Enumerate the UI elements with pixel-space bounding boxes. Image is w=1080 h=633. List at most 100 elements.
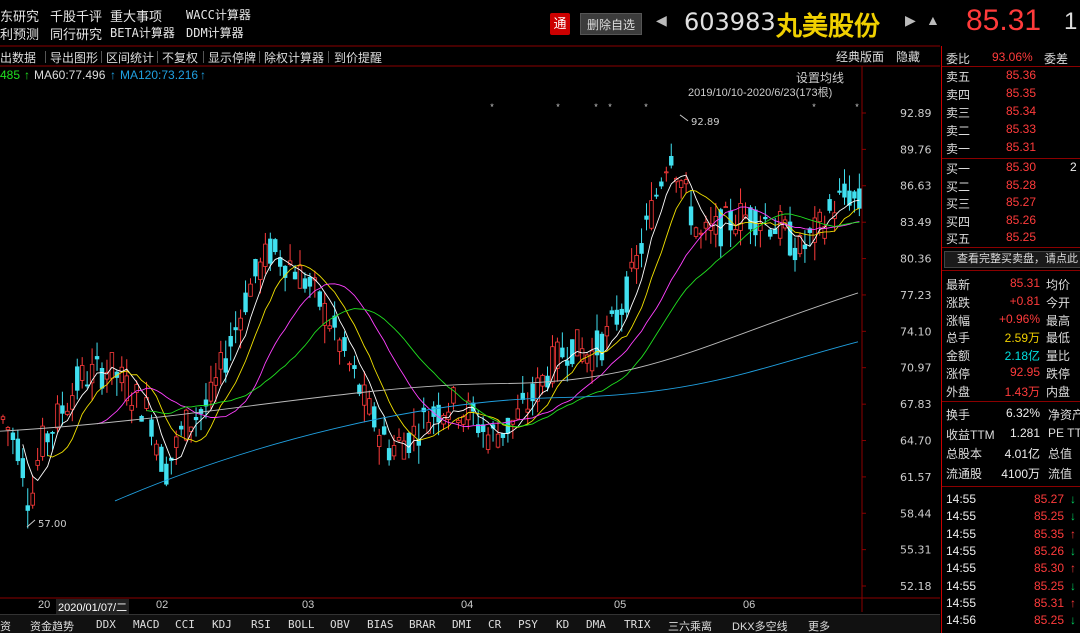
candle-body bbox=[698, 232, 704, 235]
candle-body bbox=[386, 448, 392, 461]
prev-stock-icon[interactable]: ◀ bbox=[656, 12, 667, 29]
candle-body bbox=[678, 180, 684, 188]
tick-price: 85.25 bbox=[1034, 509, 1065, 524]
tab-dma[interactable]: DMA bbox=[586, 618, 606, 631]
fundamental-label: 总值 bbox=[1048, 447, 1073, 461]
fundamental-value: 6.32% bbox=[1005, 406, 1040, 420]
hide-button[interactable]: 隐藏 bbox=[896, 48, 920, 65]
ma60-label: MA60:77.496 bbox=[34, 68, 106, 82]
candle-body bbox=[802, 244, 808, 250]
candle-body bbox=[372, 406, 377, 428]
stock-name: 丸美股份 bbox=[776, 11, 881, 41]
quote-value: +0.96% bbox=[998, 311, 1040, 326]
candle-body bbox=[159, 446, 164, 472]
candle-body bbox=[703, 221, 709, 229]
divider bbox=[45, 51, 46, 63]
no-adjust-button[interactable]: 不复权 bbox=[162, 49, 198, 66]
divider bbox=[203, 51, 204, 63]
y-tick-label: 83.49 bbox=[900, 216, 932, 229]
menu-profit-forecast[interactable]: 利预测 bbox=[0, 24, 39, 43]
candle-body bbox=[178, 425, 184, 430]
candle-body bbox=[659, 181, 664, 187]
candle-body bbox=[119, 366, 124, 384]
candle-body bbox=[273, 239, 278, 253]
candle-body bbox=[5, 427, 11, 431]
classic-layout-button[interactable]: 经典版面 bbox=[836, 48, 884, 65]
menu-beta-calculator[interactable]: BETA计算器 bbox=[110, 24, 175, 41]
divider bbox=[328, 51, 329, 63]
next-stock-icon[interactable]: ▶ bbox=[905, 12, 916, 29]
menu-wacc-calculator[interactable]: WACC计算器 bbox=[186, 6, 251, 23]
bell-icon[interactable]: ▲ bbox=[926, 12, 940, 28]
tab-three-six[interactable]: 三六乘离 bbox=[668, 618, 712, 633]
y-tick-label: 92.89 bbox=[900, 107, 932, 120]
candle-body bbox=[664, 171, 669, 174]
tick-price: 85.31 bbox=[1034, 595, 1065, 610]
event-marker-icon: * bbox=[812, 102, 816, 112]
tab-obv[interactable]: OBV bbox=[330, 618, 350, 631]
candle-body bbox=[792, 247, 798, 261]
export-image-button[interactable]: 导出图形 bbox=[50, 49, 98, 66]
tab-kd[interactable]: KD bbox=[556, 618, 569, 631]
tab-rsi[interactable]: RSI bbox=[251, 618, 271, 631]
candle-body bbox=[30, 492, 35, 506]
tab-ddx[interactable]: DDX bbox=[96, 618, 116, 631]
menu-stock-review[interactable]: 千股千评 bbox=[50, 6, 102, 25]
menu-major-events[interactable]: 重大事项 bbox=[110, 6, 162, 25]
tab-dkx[interactable]: DKX多空线 bbox=[732, 618, 788, 633]
range-stats-button[interactable]: 区间统计 bbox=[106, 49, 154, 66]
top-menu: 东研究 千股千评 重大事项 WACC计算器 利预测 同行研究 BETA计算器 D… bbox=[0, 0, 540, 46]
buy-level-price: 85.30 bbox=[1006, 160, 1037, 174]
candle-body bbox=[768, 229, 773, 237]
tab-psy[interactable]: PSY bbox=[518, 618, 538, 631]
menu-ddm-calculator[interactable]: DDM计算器 bbox=[186, 24, 244, 41]
buy-level-price: 85.28 bbox=[1006, 177, 1037, 192]
ex-rights-calculator-button[interactable]: 除权计算器 bbox=[264, 49, 324, 66]
tab-bias[interactable]: BIAS bbox=[367, 618, 394, 631]
tong-button[interactable]: 通 bbox=[550, 13, 570, 35]
candle-body bbox=[70, 395, 75, 410]
candle-body bbox=[381, 426, 387, 435]
candle-body bbox=[485, 434, 491, 450]
tab-cci[interactable]: CCI bbox=[175, 618, 195, 631]
candle-body bbox=[243, 292, 248, 313]
x-tick-label: 04 bbox=[461, 599, 474, 611]
candle-body bbox=[193, 417, 199, 421]
show-suspension-button[interactable]: 显示停牌 bbox=[208, 49, 256, 66]
event-marker-icon: * bbox=[644, 102, 648, 112]
quote-label: 金额 bbox=[946, 349, 971, 364]
remove-watchlist-button[interactable]: 删除自选 bbox=[580, 13, 642, 35]
candle-body bbox=[723, 206, 728, 209]
tab-cr[interactable]: CR bbox=[488, 618, 501, 631]
tick-price: 85.25 bbox=[1034, 578, 1065, 593]
tab-boll[interactable]: BOLL bbox=[288, 618, 315, 631]
tab-indicator[interactable]: 资 bbox=[0, 618, 11, 633]
menu-peer-research[interactable]: 同行研究 bbox=[50, 24, 102, 43]
candle-body bbox=[218, 352, 223, 370]
quote-value: 2.59万 bbox=[1004, 331, 1040, 346]
candle-body bbox=[515, 408, 520, 420]
candle-body bbox=[129, 404, 134, 411]
tab-dmi[interactable]: DMI bbox=[452, 618, 472, 631]
tab-fund-trend[interactable]: 资金趋势 bbox=[30, 618, 74, 633]
full-book-button[interactable]: 查看完整买卖盘，请点此 bbox=[944, 251, 1080, 268]
menu-shareholder-research[interactable]: 东研究 bbox=[0, 6, 39, 25]
candle-body bbox=[292, 271, 298, 280]
indicator-tabs: 资 资金趋势 DDX MACD CCI KDJ RSI BOLL OBV BIA… bbox=[0, 614, 940, 633]
candle-body bbox=[174, 436, 179, 448]
tab-trix[interactable]: TRIX bbox=[624, 618, 651, 631]
tab-brar[interactable]: BRAR bbox=[409, 618, 436, 631]
tab-macd[interactable]: MACD bbox=[133, 618, 160, 631]
tab-kdj[interactable]: KDJ bbox=[212, 618, 232, 631]
export-data-button[interactable]: 出数据 bbox=[0, 49, 36, 66]
divider bbox=[157, 51, 158, 63]
sell-level-price: 85.33 bbox=[1006, 122, 1037, 136]
candle-body bbox=[688, 206, 694, 226]
quote-value: 1.43万 bbox=[1004, 384, 1040, 399]
tab-more[interactable]: 更多 bbox=[808, 618, 830, 633]
quote-label: 最新 bbox=[946, 278, 971, 292]
price-alert-button[interactable]: 到价提醒 bbox=[334, 49, 382, 66]
candle-body bbox=[80, 365, 85, 381]
candle-body bbox=[347, 363, 352, 366]
weibi-value: 93.06% bbox=[992, 50, 1033, 64]
